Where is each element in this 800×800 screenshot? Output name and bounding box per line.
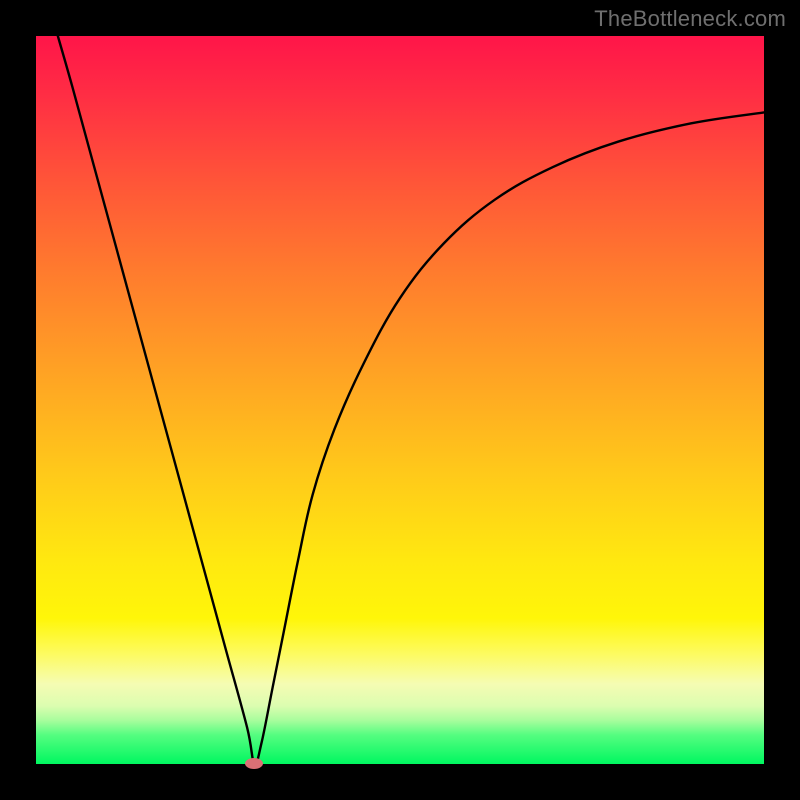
bottleneck-curve-path <box>58 36 764 764</box>
chart-frame: TheBottleneck.com <box>0 0 800 800</box>
vertex-marker <box>245 758 263 769</box>
chart-plot-area <box>36 36 764 764</box>
bottleneck-curve <box>36 36 764 764</box>
watermark-text: TheBottleneck.com <box>594 6 786 32</box>
